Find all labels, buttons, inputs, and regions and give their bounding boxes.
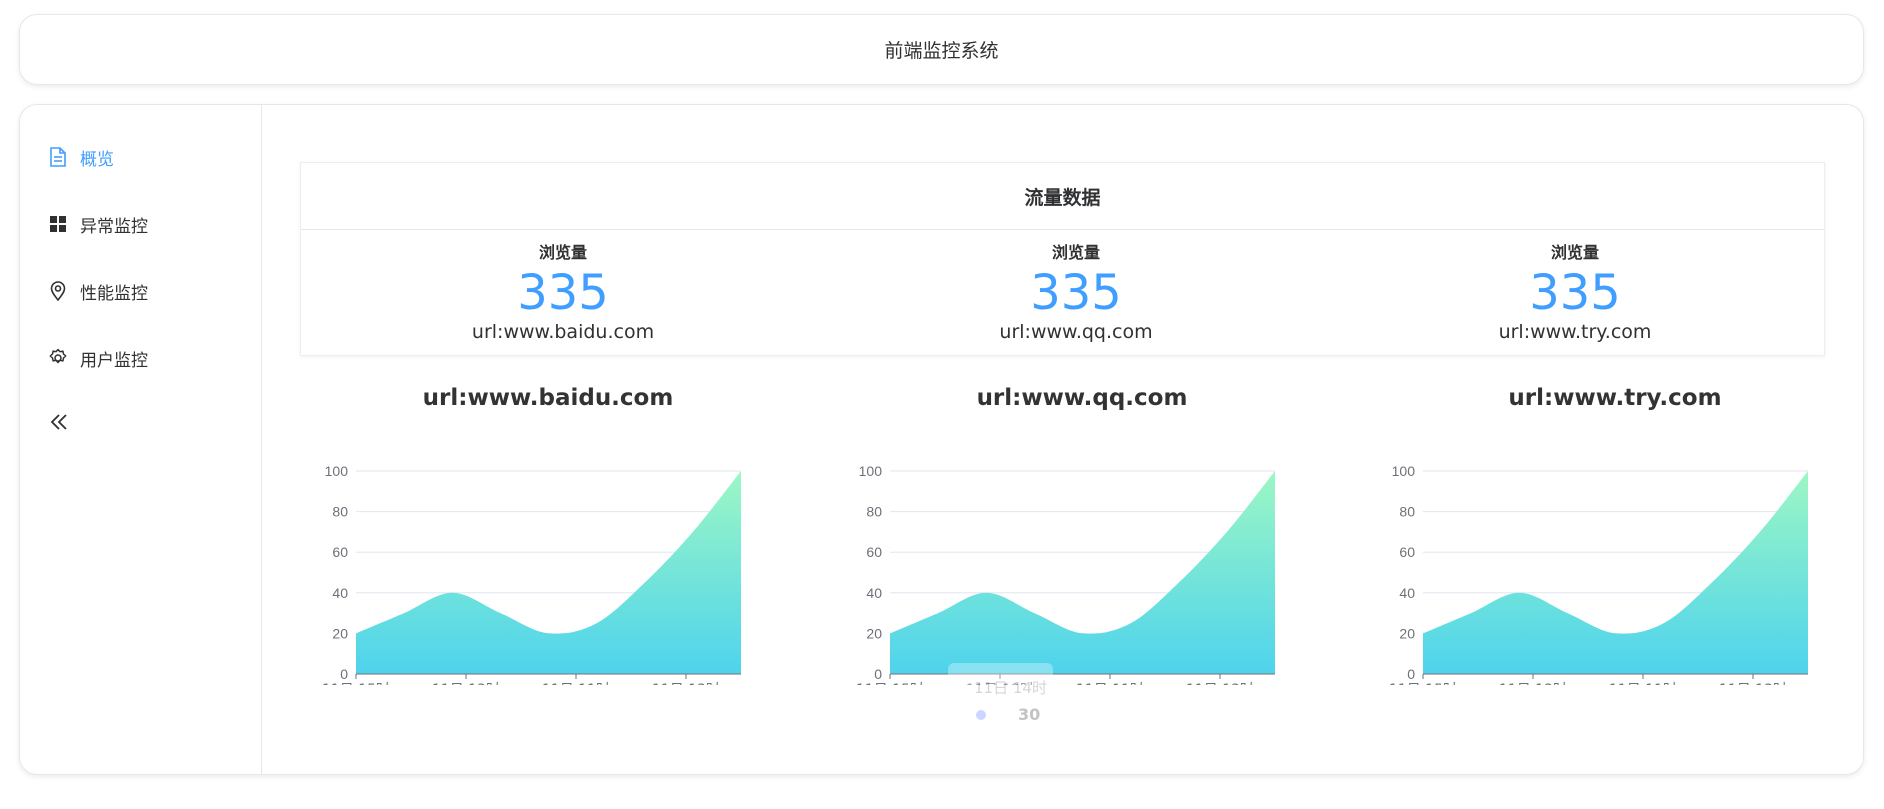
app-title: 前端监控系统: [884, 40, 999, 62]
stat-url: url:www.qq.com: [999, 321, 1153, 343]
y-tick-label: 60: [332, 544, 348, 560]
series-dot-icon: [976, 710, 986, 720]
y-tick-label: 60: [866, 544, 882, 560]
y-tick-label: 0: [340, 666, 348, 682]
y-tick-label: 20: [866, 625, 882, 641]
traffic-card-title: 流量数据: [301, 163, 1824, 230]
x-tick-label: 11日 11时: [1609, 682, 1677, 685]
stat-label: 浏览量: [1550, 243, 1599, 262]
chart-try: url:www.try.com 02040608010011日 15时11日 1…: [1385, 385, 1845, 685]
x-tick-label: 11日 11时: [542, 682, 610, 685]
area-chart[interactable]: 02040608010011日 15时11日 13时11日 11时11日 13时: [852, 385, 1312, 685]
tooltip-title: 11日 14时: [974, 679, 1047, 697]
gear-icon: [48, 348, 68, 368]
x-tick-label: 11日 13时: [432, 682, 500, 685]
y-tick-label: 100: [859, 463, 883, 479]
sidebar: 概览 异常监控 性能监控 用户监控: [20, 105, 262, 774]
y-tick-label: 80: [866, 504, 882, 520]
tooltip-value: 30: [1018, 705, 1041, 724]
x-tick-label: 11日 13时: [1186, 682, 1254, 685]
sidebar-item-overview[interactable]: 概览: [48, 142, 114, 172]
y-tick-label: 0: [874, 666, 882, 682]
double-chevron-left-icon: [50, 414, 67, 430]
x-tick-label: 11日 13时: [1499, 682, 1567, 685]
y-tick-label: 100: [1392, 463, 1416, 479]
stat-value: 335: [1030, 265, 1122, 321]
x-tick-label: 11日 15时: [856, 682, 924, 685]
chart-tooltip: 11日 14时 30: [948, 663, 1053, 739]
stat-value: 335: [517, 265, 609, 321]
sidebar-item-label: 用户监控: [80, 350, 148, 371]
area-chart[interactable]: 0 20 40 60 80 100 11日 15时 11日 13时 11日 11时 11日 13时: [1385, 385, 1845, 685]
sidebar-collapse-button[interactable]: [48, 411, 70, 433]
x-tick-label: 11日 13时: [1719, 682, 1787, 685]
y-tick-label: 100: [325, 463, 349, 479]
y-tick-label: 40: [332, 585, 348, 601]
sidebar-item-performance-monitor[interactable]: 性能监控: [48, 276, 148, 306]
grid-icon: [48, 214, 68, 234]
y-tick-label: 60: [1399, 544, 1415, 560]
area-series: [890, 471, 1275, 674]
x-tick-label: 11日 13时: [652, 682, 720, 685]
chart-qq: url:www.qq.com 02040608010011日 15时11日 13…: [852, 385, 1312, 685]
chart-baidu: url:www.baidu.com 02040608010011日 15时11日…: [318, 385, 778, 685]
stat-try: 浏览量 335 url:www.try.com: [1375, 241, 1775, 343]
page-header: 前端监控系统: [19, 14, 1864, 85]
stat-label: 浏览量: [538, 243, 587, 262]
y-tick-label: 40: [1399, 585, 1415, 601]
stat-value: 335: [1529, 265, 1621, 321]
traffic-card: 流量数据 浏览量 335 url:www.baidu.com 浏览量 335 u…: [300, 162, 1825, 356]
sidebar-item-label: 概览: [80, 149, 114, 170]
document-icon: [48, 147, 68, 167]
y-tick-label: 0: [1407, 666, 1415, 682]
stat-url: url:www.baidu.com: [471, 321, 655, 343]
sidebar-item-label: 异常监控: [80, 216, 148, 237]
location-icon: [48, 281, 68, 301]
sidebar-item-user-monitor[interactable]: 用户监控: [48, 343, 148, 373]
y-tick-label: 20: [332, 625, 348, 641]
sidebar-item-label: 性能监控: [80, 283, 148, 304]
y-tick-label: 20: [1399, 625, 1415, 641]
area-series: [356, 471, 741, 674]
x-tick-label: 11日 11时: [1076, 682, 1144, 685]
main-panel: 概览 异常监控 性能监控 用户监控 流量数据 浏览量 335 url:www.b…: [19, 104, 1864, 775]
y-tick-label: 80: [332, 504, 348, 520]
area-chart[interactable]: 0 20 40 60 80 100 11日 15时 11日 13时 11日 11时 11日 13时: [318, 385, 778, 685]
stat-qq: 浏览量 335 url:www.qq.com: [876, 241, 1276, 343]
stat-baidu: 浏览量 335 url:www.baidu.com: [363, 241, 763, 343]
sidebar-item-error-monitor[interactable]: 异常监控: [48, 209, 148, 239]
y-tick-label: 40: [866, 585, 882, 601]
area-series: [1423, 471, 1808, 674]
y-tick-label: 80: [1399, 504, 1415, 520]
stat-url: url:www.try.com: [1498, 321, 1652, 343]
x-tick-label: 11日 15时: [322, 682, 390, 685]
x-tick-label: 11日 15时: [1389, 682, 1457, 685]
stat-label: 浏览量: [1051, 243, 1100, 262]
